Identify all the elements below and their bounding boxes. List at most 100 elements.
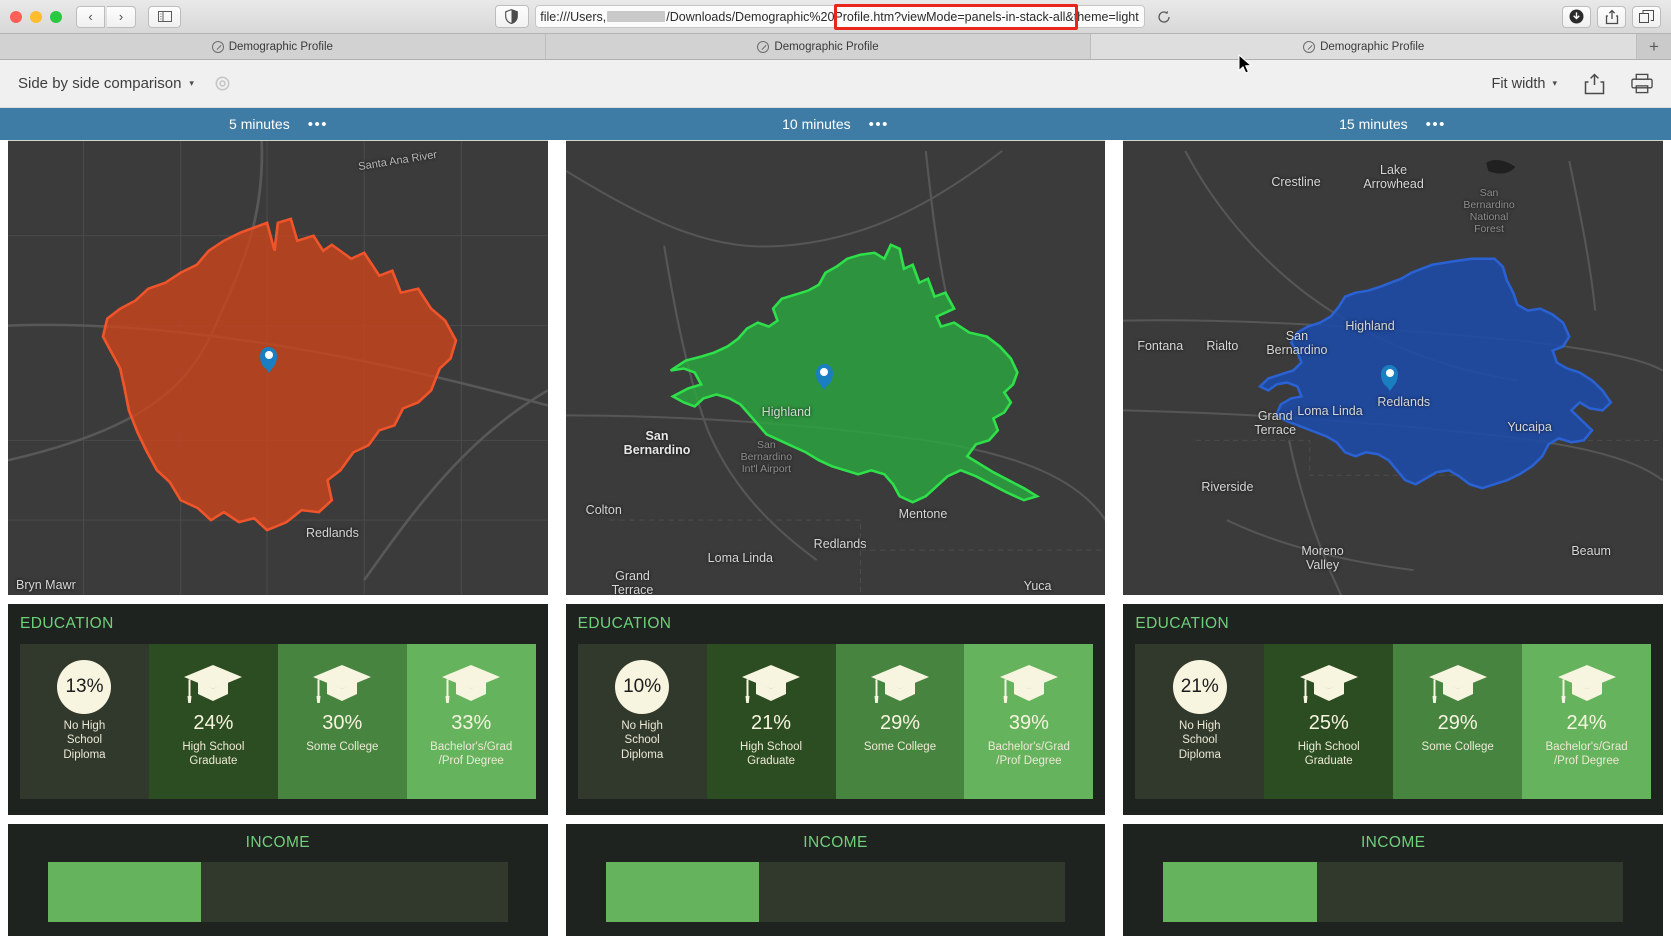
- location-pin: [1381, 365, 1398, 391]
- map-label-yucaipa: Yuca: [1024, 579, 1052, 593]
- panel-15-minutes: Crestline Lake Arrowhead San Bernardino …: [1114, 140, 1671, 936]
- drive-time-label: 15 minutes: [1339, 116, 1407, 132]
- education-percent: 29%: [1438, 712, 1478, 735]
- share-icon: [1605, 9, 1619, 25]
- education-cell-some-college[interactable]: 29% Some College: [836, 644, 965, 799]
- income-bar: [1163, 862, 1316, 922]
- sidebar-toggle-button[interactable]: [148, 6, 181, 28]
- income-bar: [201, 862, 354, 922]
- education-cell-high-school[interactable]: 21% High School Graduate: [707, 644, 836, 799]
- education-percent: 21%: [751, 712, 791, 735]
- education-percent: 33%: [451, 712, 491, 735]
- column-menu-button[interactable]: •••: [308, 117, 328, 132]
- close-window-button[interactable]: [10, 11, 22, 23]
- map-15-minutes[interactable]: Crestline Lake Arrowhead San Bernardino …: [1123, 140, 1663, 595]
- education-cell-bachelors[interactable]: 39% Bachelor's/Grad /Prof Degree: [964, 644, 1093, 799]
- column-menu-button[interactable]: •••: [869, 117, 889, 132]
- education-card-10-minutes: EDUCATION 10% No High School Diploma 21%…: [566, 604, 1106, 815]
- sidebar-icon: [158, 11, 172, 22]
- education-label: Bachelor's/Grad /Prof Degree: [427, 740, 515, 769]
- maximize-window-button[interactable]: [50, 11, 62, 23]
- tab-demographic-profile-1[interactable]: Demographic Profile: [0, 34, 546, 59]
- income-card-5-minutes: INCOME: [8, 824, 548, 936]
- map-label-loma-linda: Loma Linda: [708, 551, 773, 565]
- pin-body: [260, 347, 277, 369]
- forward-button[interactable]: ›: [107, 6, 136, 28]
- education-cell-some-college[interactable]: 30% Some College: [278, 644, 407, 799]
- education-label: Some College: [861, 740, 939, 754]
- education-cell-bachelors[interactable]: 33% Bachelor's/Grad /Prof Degree: [407, 644, 536, 799]
- view-mode-dropdown[interactable]: Side by side comparison ▾: [18, 75, 194, 92]
- column-menu-button[interactable]: •••: [1426, 117, 1446, 132]
- map-label-redlands: Redlands: [1377, 395, 1430, 409]
- tab-demographic-profile-2[interactable]: Demographic Profile: [546, 34, 1092, 59]
- panel-10-minutes: Highland San Bernardino San Bernardino I…: [557, 140, 1115, 936]
- url-redacted-block: [607, 11, 665, 22]
- income-bar: [1470, 862, 1623, 922]
- map-graphics-1: [8, 141, 548, 595]
- map-5-minutes[interactable]: Santa Ana River Redlands Bryn Mawr Smile…: [8, 140, 548, 595]
- reload-button[interactable]: [1151, 5, 1177, 28]
- print-button[interactable]: [1631, 73, 1653, 95]
- service-area-polygon: [103, 219, 456, 530]
- navigation-buttons: ‹ ›: [76, 6, 136, 28]
- map-label-redlands: Redlands: [814, 537, 867, 551]
- map-10-minutes[interactable]: Highland San Bernardino San Bernardino I…: [566, 140, 1106, 595]
- address-bar[interactable]: file:///Users,/Downloads/Demographic%20P…: [535, 5, 1145, 28]
- graduation-cap-icon: [740, 662, 802, 706]
- map-label-loma-linda: Loma Linda: [1297, 404, 1362, 418]
- education-cell-no-high-school[interactable]: 21% No High School Diploma: [1135, 644, 1264, 799]
- graduation-cap-icon: [1556, 662, 1618, 706]
- education-percent: 24%: [193, 712, 233, 735]
- education-percent: 25%: [1309, 712, 1349, 735]
- export-icon: [1584, 73, 1605, 95]
- graduation-cap-icon: [440, 662, 502, 706]
- pin-body: [1381, 365, 1398, 387]
- reader-privacy-button[interactable]: [495, 5, 529, 28]
- graduation-cap-icon: [1427, 662, 1489, 706]
- downloads-button[interactable]: [1562, 6, 1591, 28]
- chrome-right-buttons: [1562, 6, 1661, 28]
- map-label-grand-terrace: Grand Terrace: [612, 569, 654, 595]
- income-card-15-minutes: INCOME: [1123, 824, 1663, 936]
- income-title: INCOME: [578, 834, 1094, 852]
- map-label-highland: Highland: [1345, 319, 1394, 333]
- download-icon: [1569, 9, 1584, 24]
- education-percent: 30%: [322, 712, 362, 735]
- education-cell-some-college[interactable]: 29% Some College: [1393, 644, 1522, 799]
- education-label: High School Graduate: [179, 740, 247, 769]
- share-button[interactable]: [1597, 6, 1626, 28]
- export-button[interactable]: [1583, 73, 1605, 95]
- zoom-mode-dropdown[interactable]: Fit width ▾: [1491, 76, 1557, 92]
- shield-icon: [505, 9, 518, 24]
- back-icon: ‹: [88, 9, 92, 24]
- education-cell-high-school[interactable]: 25% High School Graduate: [1264, 644, 1393, 799]
- tab-demographic-profile-3[interactable]: Demographic Profile: [1091, 34, 1637, 59]
- education-cell-bachelors[interactable]: 24% Bachelor's/Grad /Prof Degree: [1522, 644, 1651, 799]
- zoom-mode-label: Fit width: [1491, 76, 1545, 92]
- location-pin: [816, 364, 833, 390]
- settings-button[interactable]: [214, 75, 231, 92]
- education-percent: 39%: [1009, 712, 1049, 735]
- education-cell-no-high-school[interactable]: 10% No High School Diploma: [578, 644, 707, 799]
- map-label-rialto: Rialto: [1206, 339, 1238, 353]
- education-percent-circle: 21%: [1173, 660, 1227, 714]
- map-label-beaumont: Beaum: [1571, 544, 1611, 558]
- graduation-cap-icon: [311, 662, 373, 706]
- map-label-san-bernardino: San Bernardino: [1266, 329, 1327, 358]
- map-label-yucaipa: Yucaipa: [1507, 420, 1551, 434]
- education-percent: 29%: [880, 712, 920, 735]
- education-cell-high-school[interactable]: 24% High School Graduate: [149, 644, 278, 799]
- income-bar: [354, 862, 507, 922]
- income-row: [578, 862, 1094, 922]
- drive-time-label: 10 minutes: [782, 116, 850, 132]
- education-cell-no-high-school[interactable]: 13% No High School Diploma: [20, 644, 149, 799]
- browser-chrome: ‹ › file:///Users,/Downloads/Demographic…: [0, 0, 1671, 34]
- new-tab-button[interactable]: +: [1637, 34, 1671, 59]
- minimize-window-button[interactable]: [30, 11, 42, 23]
- map-label-highland: Highland: [762, 405, 811, 419]
- map-label-fontana: Fontana: [1137, 339, 1183, 353]
- back-button[interactable]: ‹: [76, 6, 105, 28]
- tab-overview-button[interactable]: [1632, 6, 1661, 28]
- map-label-riverside: Riverside: [1201, 480, 1253, 494]
